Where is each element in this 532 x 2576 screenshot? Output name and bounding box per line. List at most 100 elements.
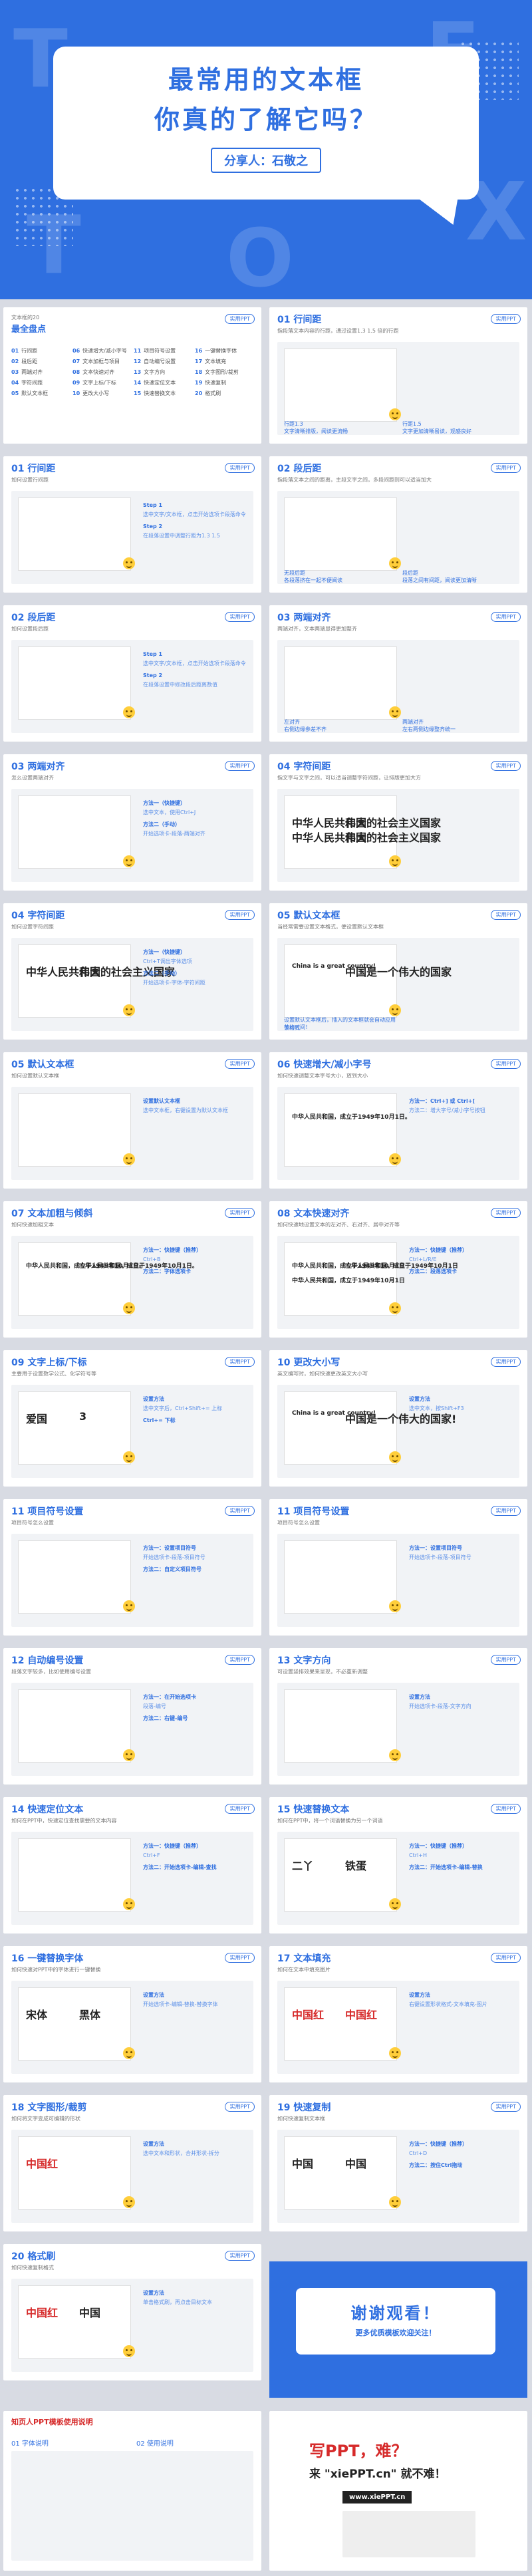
emoji-icon <box>123 1898 135 1910</box>
tutorial-slide[interactable]: 17 文本填充 如何在文本中填充图片 实用PPT 中国红 中国红 设置方法 右键设置形状格式… <box>269 1946 527 2082</box>
slide-title: 15 快速替换文本 <box>277 1804 350 1815</box>
toc-item[interactable]: 04 字符间距 <box>11 379 43 386</box>
steps-list: 设置方法 单击格式刷，再点击目标文本 <box>143 2289 249 2311</box>
toc-item-number: 03 <box>11 369 19 375</box>
toc-item[interactable]: 06 快速增大/减小字号 <box>72 347 127 355</box>
slide-subtitle: 项目符号怎么设置 <box>277 1520 320 1526</box>
deco-letter: O <box>226 213 295 299</box>
step-heading: 方法二：字体选项卡 <box>143 1268 191 1274</box>
steps-list: 方法一（快捷键） Ctrl+T调出字体选项 方法二（手动） 开始选项卡-字体-字符间距 <box>143 948 249 991</box>
step-heading: 方法二（手动） <box>143 821 180 827</box>
sample-text: 中华人民共和国，成立于1949年10月1日。 <box>292 1114 411 1121</box>
tutorial-slide[interactable]: 11 项目符号设置 项目符号怎么设置 实用PPT 方法一：设置项目符号 开始选项卡-段落… <box>3 1499 261 1636</box>
toc-item[interactable]: 08 文本快速对齐 <box>72 368 114 376</box>
tutorial-slide[interactable]: 03 两端对齐 怎么设置两端对齐 实用PPT 方法一（快捷键） 选中文本，使用Ctrl+… <box>3 754 261 891</box>
slide-subtitle: 如何在文本中填充图片 <box>277 1967 331 1973</box>
tutorial-slide[interactable]: 03 两端对齐 两端对齐，文本两端显得更加整齐 实用PPT 左对齐 右侧边缘参差不齐 两端… <box>269 605 527 742</box>
step-heading: 方法一：快捷键（推荐） <box>409 1247 467 1253</box>
toc-item-number: 08 <box>72 369 80 375</box>
toc-item[interactable]: 15 快速替换文本 <box>134 390 176 397</box>
document-mockup <box>18 2136 131 2210</box>
slide-tag: 实用PPT <box>491 910 521 920</box>
step-heading: 方法二：右键-编号 <box>143 1715 188 1721</box>
sample-text: 铁蛋 <box>345 1860 367 1872</box>
tutorial-slide[interactable]: 09 文字上标/下标 主要用于设置数学公式、化学符号等 实用PPT 爱国 3 设置方法 选中… <box>3 1350 261 1487</box>
tutorial-slide[interactable]: 05 默认文本框 如何设置默认文本框 实用PPT 设置默认文本框 选中文本框，右键设置为… <box>3 1052 261 1189</box>
slide-title: 12 自动编号设置 <box>11 1655 84 1666</box>
slide-tag: 实用PPT <box>491 1208 521 1218</box>
toc-item[interactable]: 05 默认文本框 <box>11 390 48 397</box>
toc-item[interactable]: 13 文字方向 <box>134 368 165 376</box>
tutorial-slide[interactable]: 06 快速增大/减小字号 如何快速调整文本字号大小，放到大小 实用PPT 中华人民共和… <box>269 1052 527 1189</box>
toc-item[interactable]: 02 段后距 <box>11 358 37 365</box>
toc-item-label: 自动编号设置 <box>144 358 176 364</box>
tutorial-slide[interactable]: 14 快速定位文本 如何在PPT中，快速定位查找需要的文本内容 实用PPT 方法一：快… <box>3 1797 261 1933</box>
toc-item[interactable]: 16 一键替换字体 <box>195 347 237 355</box>
tutorial-slide[interactable]: 05 默认文本框 当经常需要设置文本格式，便设置默认文本框 实用PPT China i… <box>269 903 527 1040</box>
document-mockup <box>284 1689 397 1763</box>
sample-text: 中国红 <box>26 2307 59 2319</box>
slide-tag: 实用PPT <box>225 2102 255 2112</box>
document-mockup <box>18 1540 131 1614</box>
tutorial-slide[interactable]: 19 快速复制 如何快速复制文本框 实用PPT 中国 中国 方法一：快捷键（推荐） Ctrl… <box>269 2095 527 2231</box>
toc-item[interactable]: 11 项目符号设置 <box>134 347 176 355</box>
tutorial-slide[interactable]: 16 一键替换字体 如何快速对PPT中的字体进行一键替换 实用PPT 宋体 黑体 设置方法… <box>3 1946 261 2082</box>
tutorial-slide[interactable]: 10 更改大小写 英文编写时，如何快速更改英文大小写 实用PPT China is a… <box>269 1350 527 1487</box>
promo-screenshot <box>342 2511 475 2557</box>
tutorial-slide[interactable]: 11 项目符号设置 项目符号怎么设置 实用PPT 方法一：设置项目符号 开始选项卡-段落… <box>269 1499 527 1636</box>
tutorial-slide[interactable]: 02 段后距 如何设置段后距 实用PPT Step 1 选中文字/文本框，点击开始选项卡… <box>3 605 261 742</box>
toc-item[interactable]: 03 两端对齐 <box>11 368 43 376</box>
toc-item-label: 文字上标/下标 <box>82 380 116 386</box>
tutorial-slide[interactable]: 12 自动编号设置 段落文字较多，比如使用编号设置 实用PPT 方法一：在开始选项卡段… <box>3 1648 261 1785</box>
tutorial-slide[interactable]: 15 快速替换文本 如何在PPT中，将一个词语替换为另一个词语 实用PPT 二丫 铁蛋 方… <box>269 1797 527 1933</box>
slide-tag: 实用PPT <box>225 761 255 771</box>
tutorial-slide[interactable]: 13 文字方向 可设置竖排效果来呈现，不必重新调整 实用PPT 设置方法 开始选项卡-段… <box>269 1648 527 1785</box>
tutorial-slide[interactable]: 08 文本快速对齐 如何快速地设置文本的左对齐、右对齐、居中对齐等 实用PPT 中华人… <box>269 1201 527 1338</box>
slide-subtitle: 如何快速调整文本字号大小，放到大小 <box>277 1073 368 1079</box>
toc-slide[interactable]: 文本框的20 最全盘点 实用PPT 01 行间距 02 段后距 03 两端对齐 04 字符间距… <box>3 307 261 444</box>
toc-item[interactable]: 10 更改大小写 <box>72 390 109 397</box>
document-mockup <box>18 795 131 869</box>
toc-item-number: 07 <box>72 358 80 364</box>
promo-url[interactable]: www.xiePPT.cn <box>342 2491 412 2504</box>
tutorial-slide[interactable]: 02 段后距 指段落文本之间的距离，主段文字之间，多段间距则可以适当加大 实用PPT… <box>269 456 527 593</box>
step-description: 右键设置形状格式-文本填充-图片 <box>409 2001 487 2007</box>
steps-list: 方法一：快捷键（推荐） Ctrl+D 方法二：按住Ctrl拖动 <box>409 2140 515 2171</box>
document-mockup <box>284 646 397 720</box>
document-mockup <box>18 1689 131 1763</box>
thanks-card: 谢谢观看！ 更多优质模板欢迎关注！ <box>296 2288 495 2355</box>
slide-title: 11 项目符号设置 <box>277 1506 350 1517</box>
tutorial-slide[interactable]: 20 格式刷 如何快速复制格式 实用PPT 中国红 中国 设置方法 单击格式刷，再点击目标文… <box>3 2244 261 2380</box>
tutorial-slide[interactable]: 04 字符间距 如何设置字符间距 实用PPT 中华人民共和国 伟大的社会主义国家 方法一（… <box>3 903 261 1040</box>
steps-list: 方法一：快捷键（推荐） Ctrl+F 方法二：开始选项卡-编辑-查找 <box>143 1842 249 1873</box>
emoji-icon <box>389 557 401 569</box>
usage-slide: 知页人PPT模板使用说明 01 字体说明 02 使用说明 <box>3 2411 261 2571</box>
toc-item[interactable]: 19 快速复制 <box>195 379 226 386</box>
toc-item-label: 字符间距 <box>21 380 43 386</box>
tutorial-slide[interactable]: 04 字符间距 指文字与文字之间，可以适当调整字符间距，让排版更加大方 实用PPT 中… <box>269 754 527 891</box>
toc-item[interactable]: 01 行间距 <box>11 347 37 355</box>
tutorial-slide[interactable]: 01 行间距 指段落文本内容的行距，通过设置1.3 1.5 倍的行距 实用PPT 行距… <box>269 307 527 444</box>
slide-subtitle: 段落文字较多，比如使用编号设置 <box>11 1669 91 1675</box>
step-heading: 方法一：快捷键（推荐） <box>143 1843 201 1849</box>
toc-item[interactable]: 14 快速定位文本 <box>134 379 176 386</box>
toc-item[interactable]: 09 文字上标/下标 <box>72 379 116 386</box>
slide-subtitle: 如何在PPT中，快速定位查找需要的文本内容 <box>11 1818 117 1824</box>
tutorial-slide[interactable]: 01 行间距 如何设置行间距 实用PPT Step 1 选中文字/文本框，点击开始选项卡… <box>3 456 261 593</box>
slide-title: 13 文字方向 <box>277 1655 331 1666</box>
toc-item-label: 文本快速对齐 <box>82 369 115 375</box>
tutorial-slide[interactable]: 07 文本加粗与倾斜 如何快速加粗文本 实用PPT 中华人民共和国，成立于1949年1… <box>3 1201 261 1338</box>
slide-tag: 实用PPT <box>491 2102 521 2112</box>
toc-item-label: 项目符号设置 <box>144 348 176 354</box>
toc-item[interactable]: 18 文字图形/裁剪 <box>195 368 239 376</box>
toc-item[interactable]: 20 格式刷 <box>195 390 221 397</box>
slide-tag: 实用PPT <box>225 1655 255 1665</box>
toc-item[interactable]: 12 自动编号设置 <box>134 358 176 365</box>
document-mockup <box>18 2285 131 2359</box>
toc-item-label: 默认文本框 <box>21 390 49 396</box>
toc-item[interactable]: 07 文本加框与项目 <box>72 358 120 365</box>
tutorial-slide[interactable]: 18 文字图形/裁剪 如何将文字变成可编辑的形状 实用PPT 中国红 设置方法 选中文本和… <box>3 2095 261 2231</box>
slide-title: 04 字符间距 <box>277 762 331 772</box>
step-heading: 方法二：段落选项卡 <box>409 1268 457 1274</box>
toc-item[interactable]: 17 文本填充 <box>195 358 226 365</box>
